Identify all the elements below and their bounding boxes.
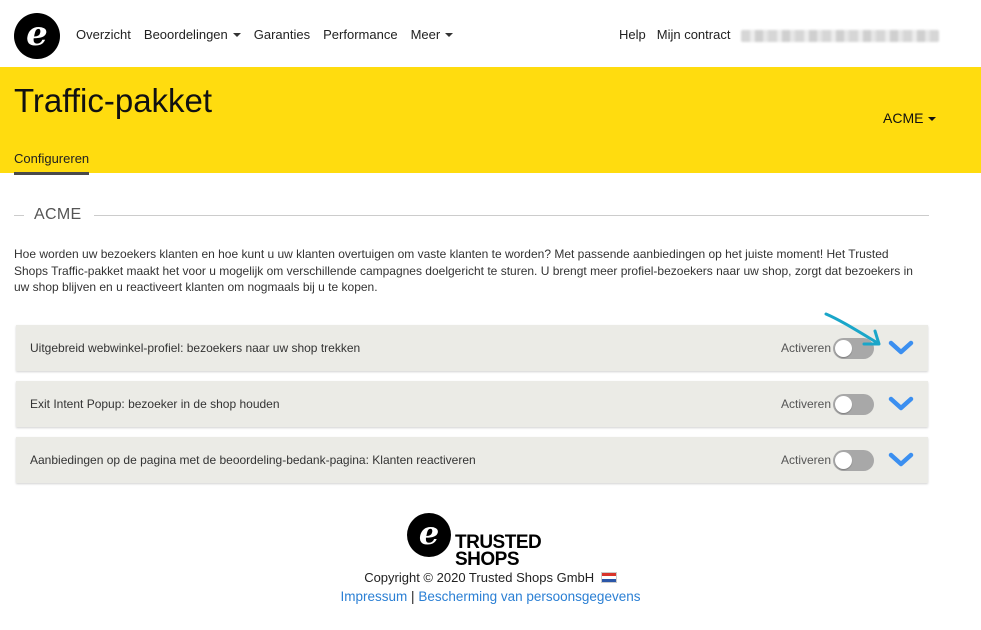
divider xyxy=(14,215,24,216)
page-header: Traffic-pakket ACME Configureren xyxy=(0,67,981,175)
toggle-knob xyxy=(835,396,852,413)
caret-down-icon xyxy=(232,33,241,37)
divider xyxy=(94,215,929,216)
page-title: Traffic-pakket xyxy=(14,82,213,119)
nav-item-overzicht[interactable]: Overzicht xyxy=(76,27,131,42)
impressum-link[interactable]: Impressum xyxy=(341,589,408,604)
copyright-text: Copyright © 2020 Trusted Shops GmbH xyxy=(0,570,981,585)
footer-trusted-shops-logo: e TRUSTED SHOPS xyxy=(407,513,547,569)
main-menu: Overzicht Beoordelingen Garanties Perfor… xyxy=(76,27,466,42)
tab-configureren[interactable]: Configureren xyxy=(14,151,90,175)
netherlands-flag-icon xyxy=(600,572,617,583)
link-separator: | xyxy=(411,589,415,604)
brand-word-shops: SHOPS xyxy=(455,549,520,570)
my-contract-link[interactable]: Mijn contract xyxy=(657,27,731,42)
activate-toggle[interactable] xyxy=(833,450,874,471)
top-navigation: e Overzicht Beoordelingen Garanties Perf… xyxy=(0,0,981,67)
annotation-arrow-icon xyxy=(824,312,881,346)
nav-item-performance[interactable]: Performance xyxy=(323,27,397,42)
caret-down-icon xyxy=(445,33,454,37)
activate-toggle[interactable] xyxy=(833,394,874,415)
activate-label: Activeren xyxy=(781,397,832,411)
toggle-knob xyxy=(835,452,852,469)
account-selector[interactable]: ACME xyxy=(883,110,937,126)
section-title: ACME xyxy=(34,206,82,223)
help-link[interactable]: Help xyxy=(619,27,646,42)
caret-down-icon xyxy=(928,116,937,121)
nav-item-beoordelingen[interactable]: Beoordelingen xyxy=(144,27,241,42)
privacy-link[interactable]: Bescherming van persoonsgegevens xyxy=(418,589,640,604)
chevron-down-icon[interactable] xyxy=(887,395,915,413)
chevron-down-icon[interactable] xyxy=(887,451,915,469)
panel-title: Aanbiedingen op de pagina met de beoorde… xyxy=(30,453,476,467)
user-menu: Help Mijn contract xyxy=(619,27,741,42)
trusted-shops-e-icon: e xyxy=(407,513,451,557)
footer-links: Impressum | Bescherming van persoonsgege… xyxy=(0,589,981,604)
panel-title: Exit Intent Popup: bezoeker in de shop h… xyxy=(30,397,280,411)
campaign-panel-webshop-profile[interactable]: Uitgebreid webwinkel-profiel: bezoekers … xyxy=(16,325,928,371)
blurred-account-name xyxy=(741,30,939,42)
panel-title: Uitgebreid webwinkel-profiel: bezoekers … xyxy=(30,341,361,355)
activate-label: Activeren xyxy=(781,453,832,467)
section-header: ACME xyxy=(14,205,929,225)
intro-text: Hoe worden uw bezoekers klanten en hoe k… xyxy=(14,247,913,294)
nav-item-meer[interactable]: Meer xyxy=(411,27,454,42)
trusted-shops-logo-icon[interactable]: e xyxy=(14,13,60,59)
nav-item-garanties[interactable]: Garanties xyxy=(254,27,310,42)
campaign-panel-exit-intent[interactable]: Exit Intent Popup: bezoeker in de shop h… xyxy=(16,381,928,427)
campaign-panel-reactivate[interactable]: Aanbiedingen op de pagina met de beoorde… xyxy=(16,437,928,483)
